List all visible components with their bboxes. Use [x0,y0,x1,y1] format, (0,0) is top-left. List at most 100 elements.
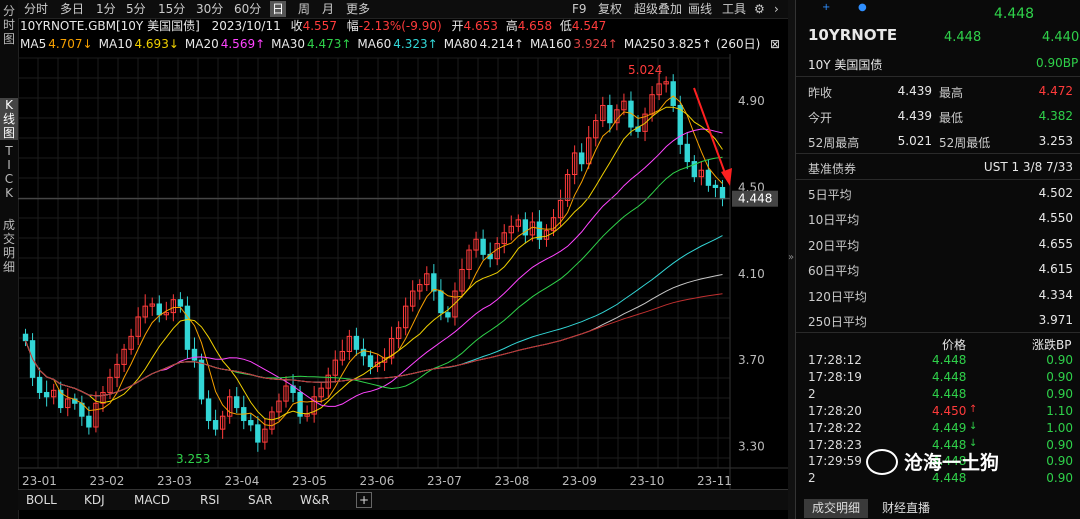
tab-finance-live[interactable]: 财经直播 [874,499,938,518]
more-arrow-icon[interactable]: › [774,1,779,17]
settings-icon[interactable]: ⚙ [754,1,765,17]
pin-icon[interactable]: ● [858,2,867,13]
period-more[interactable]: 更多 [346,1,370,17]
y-tick-label: 3.30 [738,439,765,453]
indicator-sar[interactable]: SAR [248,492,272,508]
collapse-arrow-icon[interactable]: » [788,252,794,263]
tab-trade-detail[interactable]: 成 交 明 细 [0,218,18,274]
period-multiday[interactable]: 多日 [60,1,84,17]
open-label: 开 [451,19,464,33]
draw-button[interactable]: 画线 [688,1,712,17]
candle-body [234,396,240,409]
price-right: 4.440 [1042,30,1080,45]
stat-value: 4.439 [897,109,932,123]
ma-label: MA30 [271,37,305,51]
ma-label: MA160 [529,37,572,51]
close-icon[interactable]: ⊠ [770,36,780,53]
ma-value: 3.825↑ [667,37,712,51]
tick-time: 17:28:12 [808,353,862,367]
indicator-kdj[interactable]: KDJ [84,492,105,508]
period-15m[interactable]: 15分 [158,1,185,17]
adjust-button[interactable]: 复权 [598,1,622,17]
average-row: 250日平均 3.971 [796,307,1080,332]
kline-chart[interactable]: 4.904.504.103.703.3023-01 23-02 23-03 23-04… [18,54,788,490]
tick-row: 17:28:22 4.449 ↓ 1.00 [796,420,1080,436]
bench-value: UST 1 3/8 7/33 [983,160,1073,174]
low-value: 4.547 [571,19,607,33]
average-label: 250日平均 [808,315,867,329]
tab-kline[interactable]: K 线 图 [0,98,18,140]
low-mark: 3.253 [176,452,210,466]
price-left: 4.448 [944,30,982,45]
period-30m[interactable]: 30分 [196,1,223,17]
ma-label: MA60 [357,37,392,51]
tab-intraday[interactable]: 分 时 图 [0,4,18,46]
indicator-bar: BOLL KDJ MACD RSI SAR W&R + [18,489,788,510]
period-daily[interactable]: 日 [270,1,287,17]
candle-body [677,104,683,145]
tick-row: 17:28:19 4.448 0.90 [796,369,1080,385]
average-value: 3.971 [1038,313,1073,327]
tick-time: 2 [808,386,816,401]
tick-price: 4.448 [932,353,967,367]
stat-row: 昨收 4.439 最高 4.472 [796,78,1080,103]
ma-value: 4.693↓ [134,37,179,51]
tools-button[interactable]: 工具 [722,1,746,17]
change-bp: 0.90BP [1036,56,1079,70]
candle-body [22,333,29,342]
candle-body [43,391,50,398]
indicator-rsi[interactable]: RSI [200,492,220,508]
tick-arrow-icon: ↓ [969,420,978,432]
add-indicator-icon[interactable]: + [356,492,372,508]
ma-value: 4.569↑ [220,37,266,51]
average-row: 120日平均 4.334 [796,282,1080,307]
close-label: 收 [290,19,303,33]
f9-button[interactable]: F9 [572,1,587,17]
period-5m[interactable]: 5分 [126,1,146,17]
candle-body [578,152,585,165]
tick-change: 1.10 [1046,403,1073,418]
indicator-boll[interactable]: BOLL [26,492,57,508]
period-1m[interactable]: 1分 [96,1,116,17]
average-value: 4.550 [1038,211,1073,226]
low-label: 低 [559,19,572,33]
indicator-wr[interactable]: W&R [300,492,330,508]
average-row: 20日平均 4.655 [796,231,1080,256]
candle-body [705,169,712,186]
period-intraday[interactable]: 分时 [24,1,48,17]
ma-legend: MA5 4.707↓ MA10 4.693↓ MA20 4.569↑ MA30 4.473↑ M… [18,36,788,53]
symbol-name: 10YRNOTE.GBM[10Y 美国国债] [20,19,200,33]
tick-time: 2 [808,471,816,486]
tick-time: 17:28:19 [808,369,862,384]
change-value: -2.13%(-9.90) [358,19,442,33]
stat-label: 最低 [939,111,964,125]
candle-body [431,273,437,292]
indicator-macd[interactable]: MACD [134,492,170,508]
close-value: 4.557 [302,19,337,33]
candle-body [719,186,726,200]
add-icon[interactable]: + [822,2,830,13]
x-tick-label: 23-01 [22,474,57,488]
quote-date: 2023/10/11 [211,19,281,33]
candle-body [205,398,212,422]
tick-change: 0.90 [1046,386,1073,401]
tick-price: 4.449 [932,420,967,435]
bar-count[interactable]: (260日) [716,36,760,53]
y-tick-label: 4.10 [738,267,765,281]
candle-body [156,303,162,316]
tab-tick[interactable]: T I C K [0,144,18,200]
panel-splitter[interactable]: » [788,0,795,519]
x-tick-label: 23-03 [157,474,192,488]
tab-trade-detail-panel[interactable]: 成交明细 [804,499,869,518]
stat-value: 4.439 [897,84,932,98]
bench-label: 基准债券 [808,162,857,176]
tick-time: 17:28:20 [808,403,862,418]
bench-row: 基准债券 UST 1 3/8 7/33 [796,154,1080,179]
period-60m[interactable]: 60分 [234,1,261,17]
ma-label: MA250 [623,37,666,51]
overlay-button[interactable]: 超级叠加 [634,1,682,17]
stat-label: 52周最低 [939,136,991,150]
period-monthly[interactable]: 月 [322,1,334,17]
period-weekly[interactable]: 周 [298,1,310,17]
candle-body [248,420,254,426]
